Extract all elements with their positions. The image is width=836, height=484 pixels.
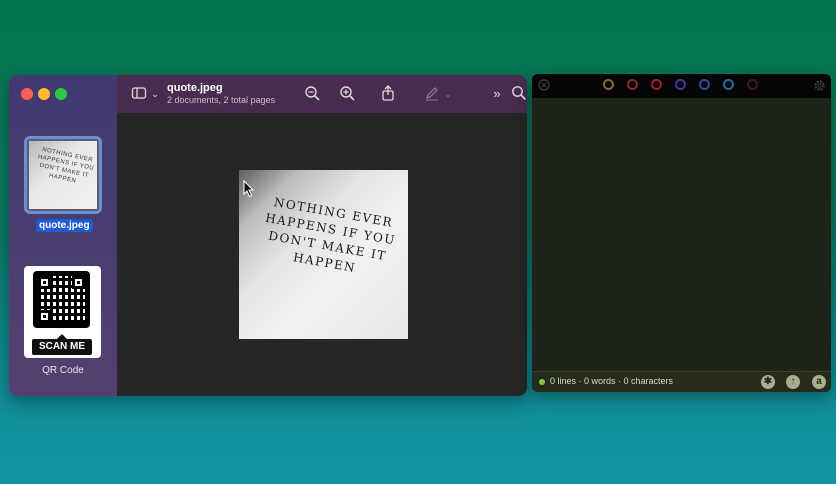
color-swatch-7[interactable] [747,79,758,90]
asterisk-icon[interactable]: ✱ [761,375,775,389]
preview-window: NOTHING EVER HAPPENS IF YOU DON'T MAKE I… [9,75,527,396]
editor-status-bar: 0 lines · 0 words · 0 characters ✱ ↑ a [532,371,831,392]
color-swatch-3[interactable] [651,79,662,90]
thumbnail-quote[interactable]: NOTHING EVER HAPPENS IF YOU DON'T MAKE I… [24,136,102,214]
color-swatch-5[interactable] [699,79,710,90]
thumbnail-label-quote: quote.jpeg [36,219,93,232]
markup-chevron-icon[interactable]: ⌄ [439,85,457,103]
document-subtitle: 2 documents, 2 total pages [167,95,276,105]
color-swatch-2[interactable] [627,79,638,90]
toolbar: ⌄ quote.jpeg 2 documents, 2 total pages … [117,75,527,113]
editor-text-area[interactable] [532,98,831,372]
search-icon[interactable] [510,85,527,103]
more-chevron-icon[interactable]: » [488,85,506,103]
thumbnail-label-qr: QR Code [42,365,84,376]
color-swatch-6[interactable] [723,79,734,90]
close-icon[interactable] [538,79,550,91]
color-swatch-4[interactable] [675,79,686,90]
share-icon[interactable] [379,85,397,103]
scan-me-badge: SCAN ME [32,334,92,355]
qr-code-image [33,271,90,328]
thumbnail-qr-code[interactable]: SCAN ME [24,266,101,358]
text-editor-window: 0 lines · 0 words · 0 characters ✱ ↑ a [532,74,831,392]
zoom-out-icon[interactable] [303,85,321,103]
editor-titlebar [532,74,831,98]
quote-image: NOTHING EVER HAPPENS IF YOU DON'T MAKE I… [239,170,408,339]
close-window-button[interactable] [21,88,33,100]
status-dot [539,379,545,385]
minimize-window-button[interactable] [38,88,50,100]
color-swatch-1[interactable] [603,79,614,90]
upload-arrow-icon[interactable]: ↑ [786,375,800,389]
sidebar: NOTHING EVER HAPPENS IF YOU DON'T MAKE I… [9,75,117,396]
mouse-pointer-icon [243,180,255,198]
quote-text: NOTHING EVER HAPPENS IF YOU DON'T MAKE I… [264,195,397,276]
chevron-down-icon[interactable]: ⌄ [146,85,164,103]
zoom-in-icon[interactable] [338,85,356,103]
gear-icon[interactable] [813,79,826,92]
status-counts: 0 lines · 0 words · 0 characters [550,376,674,386]
zoom-window-button[interactable] [55,88,67,100]
document-canvas: NOTHING EVER HAPPENS IF YOU DON'T MAKE I… [117,113,527,396]
document-title: quote.jpeg [167,82,223,94]
font-a-icon[interactable]: a [812,375,826,389]
